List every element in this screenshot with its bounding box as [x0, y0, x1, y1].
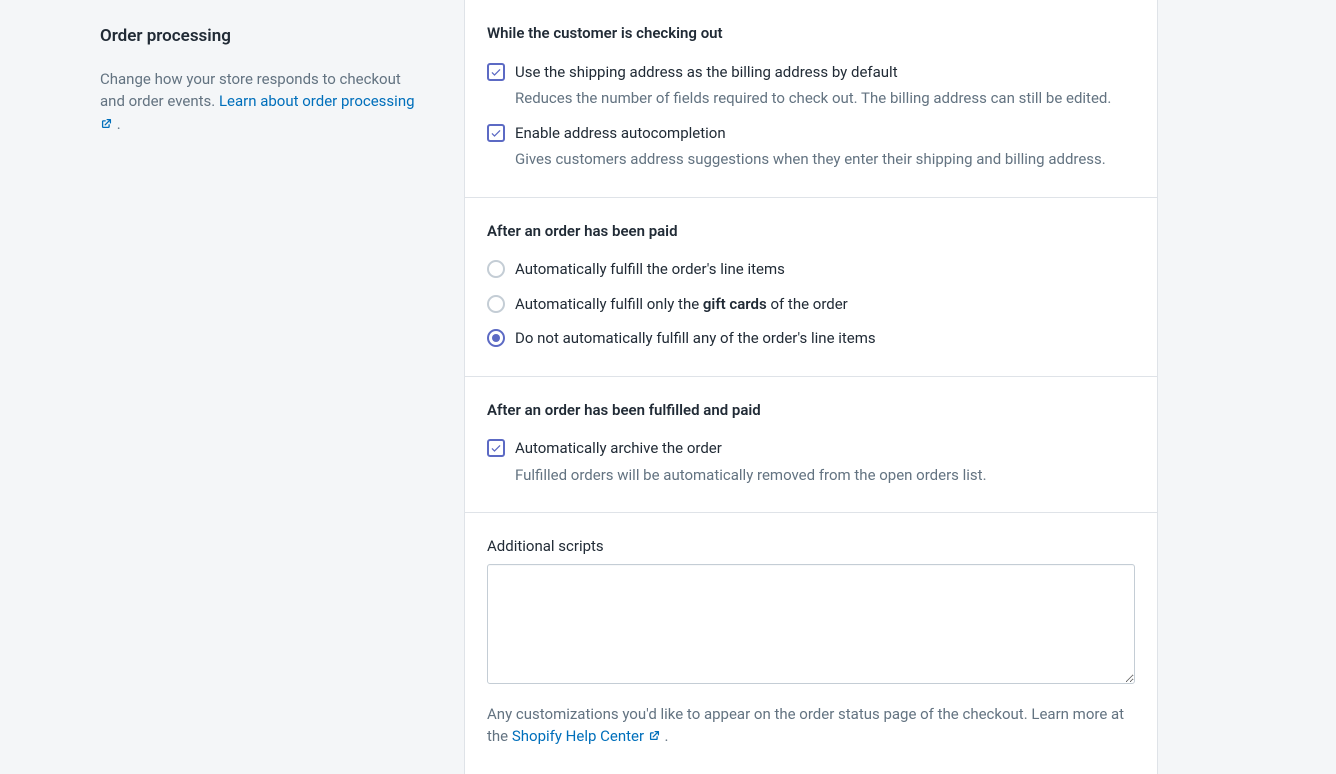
checkbox-address-autocomplete-label[interactable]: Enable address autocompletion: [515, 122, 1135, 145]
section-scripts: Additional scripts Any customizations yo…: [465, 513, 1157, 774]
radio-fulfill-none-label[interactable]: Do not automatically fulfill any of the …: [515, 327, 1135, 350]
checkout-option-autocomplete: Enable address autocompletion Gives cust…: [487, 122, 1135, 171]
section-fulfilled: After an order has been fulfilled and pa…: [465, 377, 1157, 514]
checkbox-shipping-as-billing-label[interactable]: Use the shipping address as the billing …: [515, 61, 1135, 84]
check-icon: [490, 66, 502, 78]
checkbox-address-autocomplete-help: Gives customers address suggestions when…: [515, 148, 1135, 171]
radio-fulfill-none[interactable]: [487, 329, 505, 347]
main-panel: While the customer is checking out Use t…: [464, 0, 1158, 774]
section-checkout: While the customer is checking out Use t…: [465, 0, 1157, 198]
sidebar-description: Change how your store responds to checko…: [100, 68, 424, 136]
sidebar-title: Order processing: [100, 24, 424, 50]
radio-fulfill-giftcards[interactable]: [487, 295, 505, 313]
additional-scripts-help: Any customizations you'd like to appear …: [487, 703, 1135, 748]
checkbox-auto-archive-label[interactable]: Automatically archive the order: [515, 437, 1135, 460]
checkout-option-shipping-billing: Use the shipping address as the billing …: [487, 61, 1135, 110]
additional-scripts-label: Additional scripts: [487, 535, 1135, 558]
checkbox-address-autocomplete[interactable]: [487, 124, 505, 142]
checkbox-shipping-as-billing[interactable]: [487, 63, 505, 81]
shopify-help-center-link[interactable]: Shopify Help Center: [512, 727, 661, 745]
section-checkout-heading: While the customer is checking out: [487, 22, 1135, 45]
radio-fulfill-giftcards-label[interactable]: Automatically fulfill only the gift card…: [515, 293, 1135, 316]
check-icon: [490, 127, 502, 139]
paid-option-fulfill-giftcards: Automatically fulfill only the gift card…: [487, 293, 1135, 316]
external-link-icon: [648, 729, 661, 742]
additional-scripts-input[interactable]: [487, 564, 1135, 684]
fulfilled-option-archive: Automatically archive the order Fulfille…: [487, 437, 1135, 486]
section-paid-heading: After an order has been paid: [487, 220, 1135, 243]
section-paid: After an order has been paid Automatical…: [465, 198, 1157, 377]
radio-fulfill-all[interactable]: [487, 260, 505, 278]
paid-option-fulfill-none: Do not automatically fulfill any of the …: [487, 327, 1135, 350]
section-fulfilled-heading: After an order has been fulfilled and pa…: [487, 399, 1135, 422]
check-icon: [490, 442, 502, 454]
sidebar-info: Order processing Change how your store r…: [0, 0, 464, 774]
checkbox-shipping-as-billing-help: Reduces the number of fields required to…: [515, 87, 1135, 110]
radio-fulfill-all-label[interactable]: Automatically fulfill the order's line i…: [515, 258, 1135, 281]
external-link-icon: [100, 117, 113, 130]
checkbox-auto-archive-help: Fulfilled orders will be automatically r…: [515, 464, 1135, 487]
paid-option-fulfill-all: Automatically fulfill the order's line i…: [487, 258, 1135, 281]
checkbox-auto-archive[interactable]: [487, 439, 505, 457]
